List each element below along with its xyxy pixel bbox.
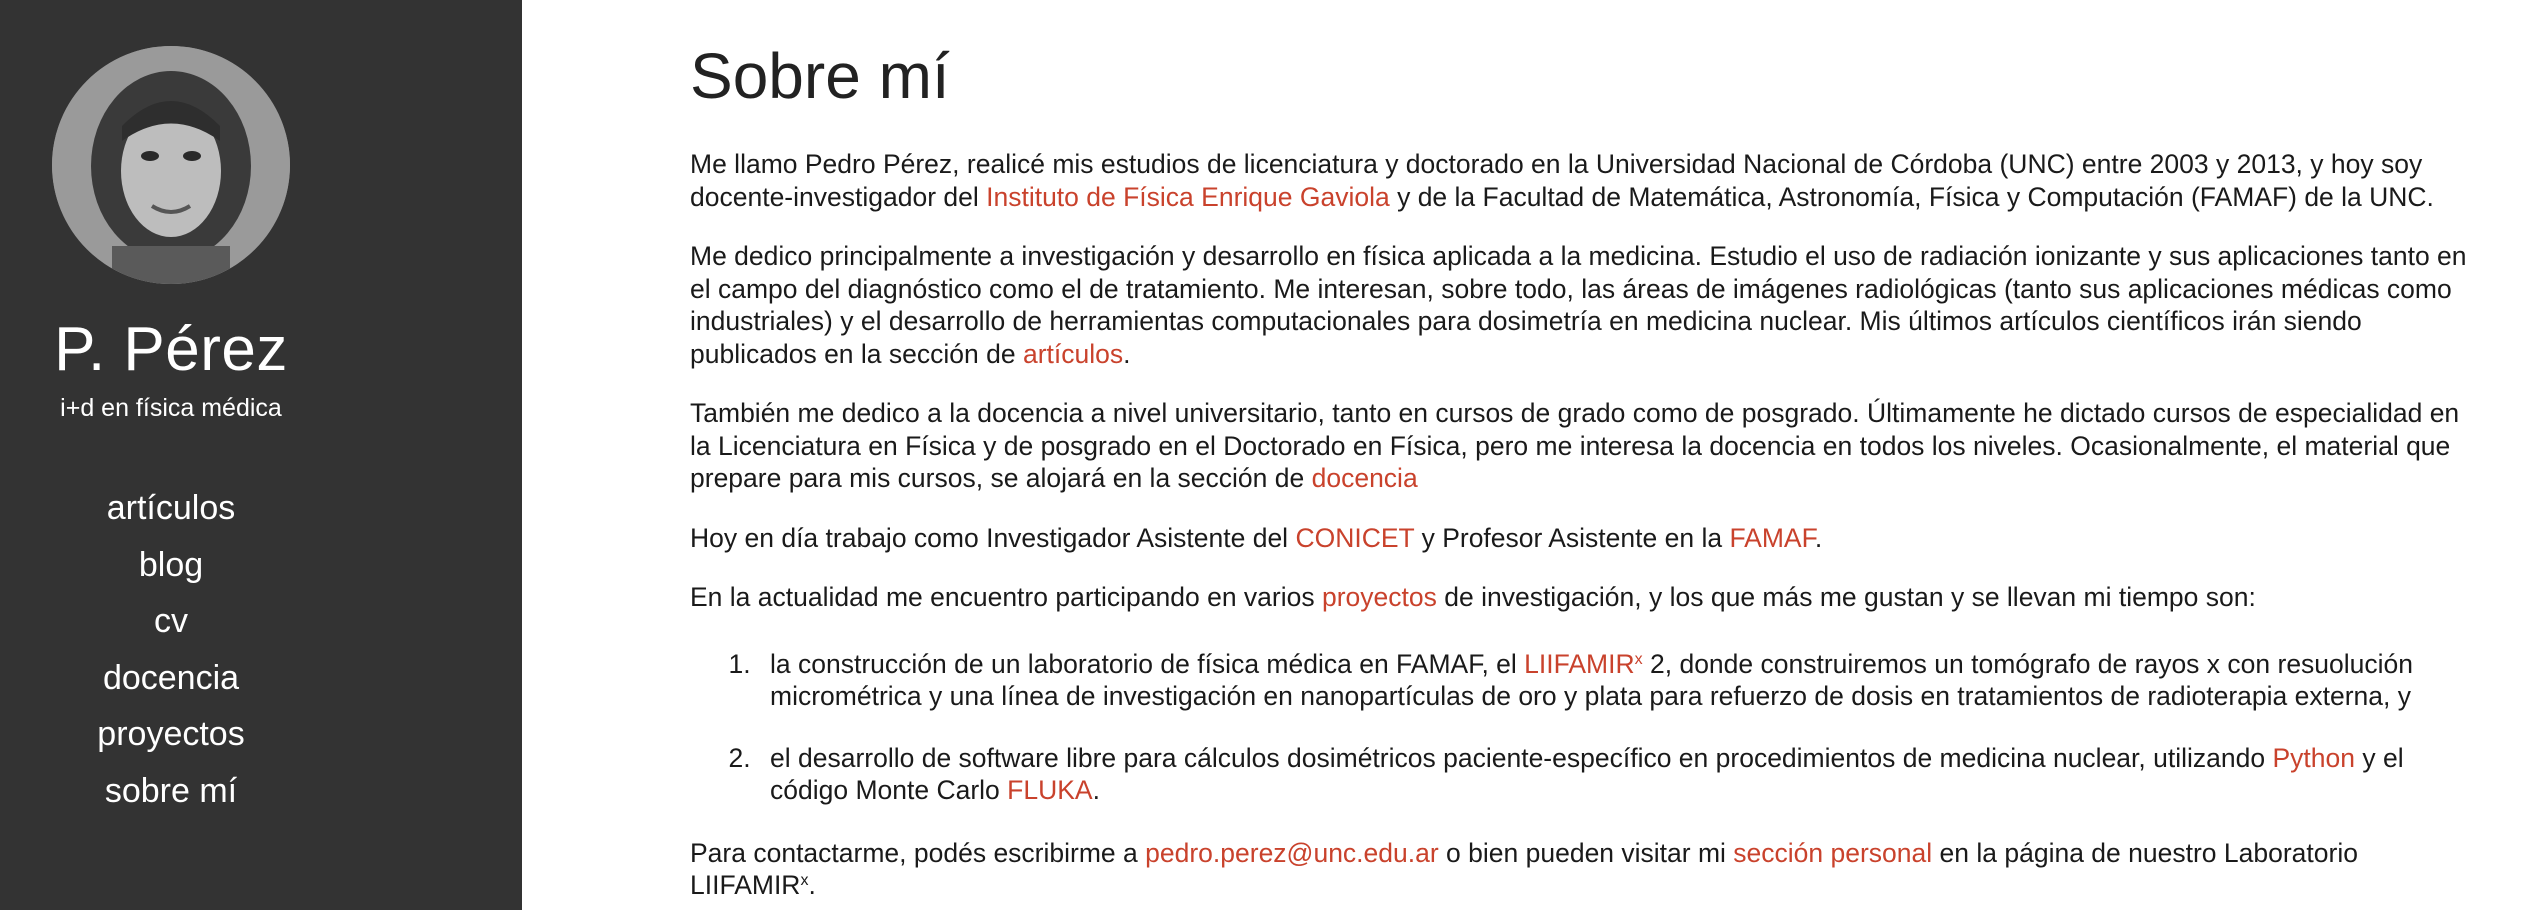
text: . [1092, 775, 1100, 805]
text: En la actualidad me encuentro participan… [690, 582, 1322, 612]
nav-item-sobre-mi[interactable]: sobre mí [0, 763, 342, 820]
link-docencia[interactable]: docencia [1312, 463, 1418, 493]
text: la construcción de un laboratorio de fís… [770, 648, 1525, 679]
site-name[interactable]: P. Pérez [0, 312, 342, 388]
link-famaf[interactable]: FAMAF [1729, 523, 1814, 553]
link-articulos[interactable]: artículos [1023, 339, 1123, 369]
nav-item-cv[interactable]: cv [0, 593, 342, 650]
avatar-photo [52, 46, 290, 284]
paragraph-intro: Me llamo Pedro Pérez, realicé mis estudi… [690, 148, 2470, 213]
text: o bien pueden visitar mi [1438, 837, 1734, 868]
text: Para contactarme, podés escribirme a [690, 837, 1146, 868]
text: También me dedico a la docencia a nivel … [690, 398, 2460, 493]
text: . [808, 870, 816, 900]
link-text: LIIFAMIR [1524, 648, 1635, 679]
list-item: el desarrollo de software libre para cál… [758, 742, 2470, 807]
paragraph-teaching: También me dedico a la docencia a nivel … [690, 397, 2470, 495]
paragraph-projects: En la actualidad me encuentro participan… [690, 581, 2470, 614]
link-instituto[interactable]: Instituto de Física Enrique Gaviola [986, 182, 1390, 212]
sidebar-nav: artículos blog cv docencia proyectos sob… [0, 480, 342, 819]
link-seccion-personal[interactable]: sección personal [1733, 838, 1932, 868]
link-python[interactable]: Python [2272, 743, 2355, 773]
paragraph-position: Hoy en día trabajo como Investigador Asi… [690, 522, 2470, 555]
text: y de la Facultad de Matemática, Astronom… [1389, 181, 2434, 212]
text: . [1123, 338, 1131, 369]
sidebar: P. Pérez i+d en física médica artículos … [0, 0, 522, 910]
paragraph-research: Me dedico principalmente a investigación… [690, 240, 2470, 370]
link-conicet[interactable]: CONICET [1295, 523, 1414, 553]
nav-item-proyectos[interactable]: proyectos [0, 706, 342, 763]
text: Me dedico principalmente a investigación… [690, 241, 2467, 369]
list-item: la construcción de un laboratorio de fís… [758, 648, 2470, 713]
link-fluka[interactable]: FLUKA [1007, 775, 1092, 805]
nav-item-docencia[interactable]: docencia [0, 650, 342, 707]
link-liifamir[interactable]: LIIFAMIRx [1524, 649, 1642, 679]
site-tagline: i+d en física médica [60, 394, 282, 422]
main-content: Sobre mí Me llamo Pedro Pérez, realicé m… [690, 36, 2470, 902]
link-email[interactable]: pedro.perez@unc.edu.ar [1145, 838, 1439, 868]
paragraph-contact: Para contactarme, podés escribirme a ped… [690, 837, 2470, 902]
text: el desarrollo de software libre para cál… [770, 742, 2273, 773]
text: y Profesor Asistente en la [1414, 522, 1730, 553]
projects-list: la construcción de un laboratorio de fís… [690, 648, 2470, 807]
page-title: Sobre mí [690, 40, 950, 112]
superscript: x [1634, 650, 1643, 668]
text: de investigación, y los que más me gusta… [1436, 582, 2256, 612]
avatar[interactable] [52, 46, 290, 284]
nav-item-blog[interactable]: blog [0, 537, 342, 594]
link-proyectos[interactable]: proyectos [1322, 582, 1437, 612]
text: Hoy en día trabajo como Investigador Asi… [690, 522, 1296, 553]
text: . [1814, 522, 1823, 553]
nav-item-articulos[interactable]: artículos [0, 480, 342, 537]
